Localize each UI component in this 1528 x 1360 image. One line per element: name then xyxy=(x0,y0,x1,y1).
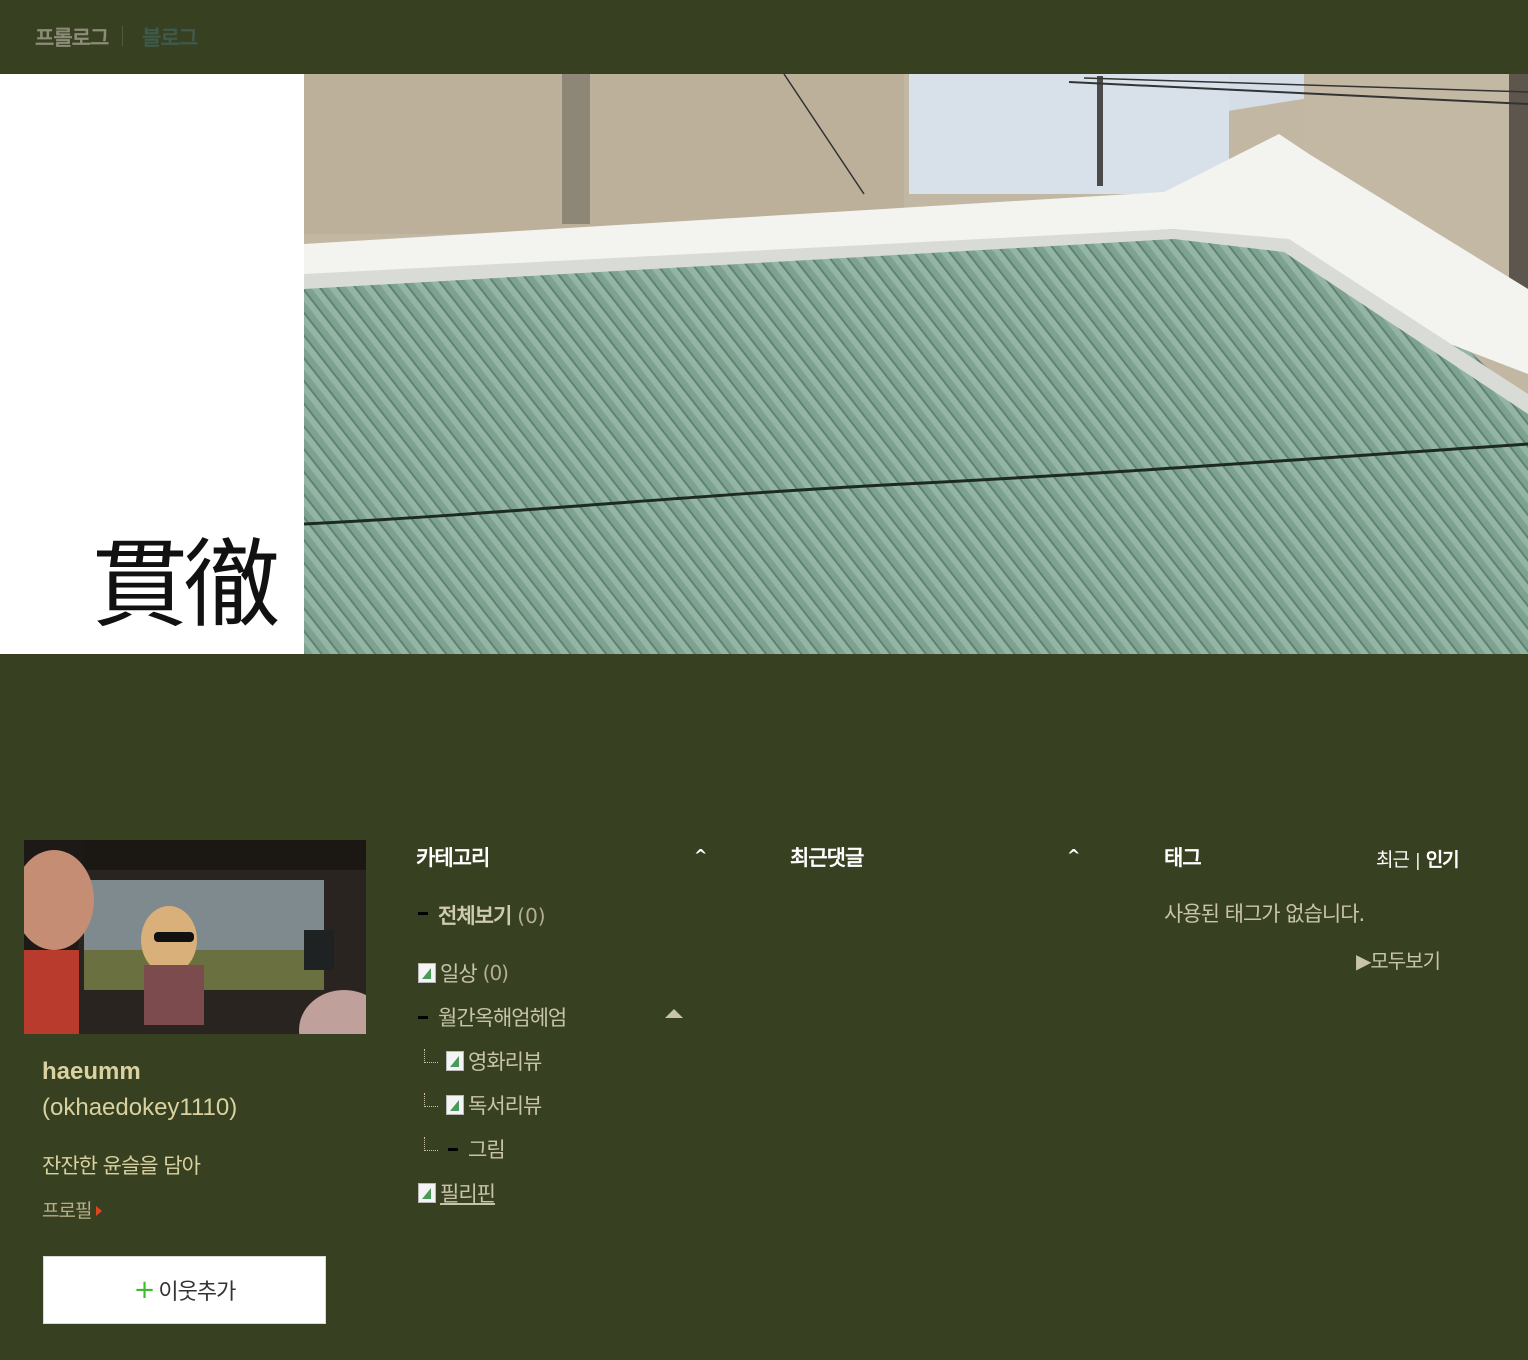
category-item-label: 그림 xyxy=(468,1138,506,1162)
profile-description: 잔잔한 윤슬을 담아 xyxy=(42,1154,201,1178)
profile-link[interactable]: 프로필 xyxy=(42,1196,103,1223)
nav-blog-link[interactable]: 블로그 xyxy=(142,22,198,52)
category-title: 카테고리 xyxy=(416,846,490,870)
tag-sort-divider: | xyxy=(1414,851,1421,871)
profile-nickname: haeumm xyxy=(42,1058,141,1085)
profile-blog-id: (okhaedokey1110) xyxy=(42,1094,238,1121)
plus-icon: + xyxy=(133,1275,156,1305)
category-item-label: 월간옥해엄헤엄 xyxy=(438,1006,567,1030)
banner-title-panel: 貫徹 xyxy=(0,74,304,654)
category-item-label: 일상 xyxy=(440,962,478,986)
tag-empty-message: 사용된 태그가 없습니다. xyxy=(1164,902,1365,926)
dash-icon xyxy=(418,912,428,915)
tree-branch-icon xyxy=(424,1093,438,1107)
category-item-monthly[interactable]: 월간옥해엄헤엄 xyxy=(418,1002,567,1032)
calligraphy-logo: 貫徹 xyxy=(92,529,282,641)
calligraphy-text: 貫徹 xyxy=(92,529,278,641)
nav-prologue-link[interactable]: 프롤로그 xyxy=(35,22,109,52)
category-all-count: (0) xyxy=(517,904,546,928)
category-all-label: 전체보기 xyxy=(438,904,512,928)
profile-photo-art xyxy=(24,840,366,1034)
roof-photo xyxy=(304,74,1528,654)
collapse-triangle-icon[interactable] xyxy=(665,1009,683,1018)
category-item-philippines[interactable]: 필리핀 xyxy=(418,1178,496,1208)
category-item-label: 독서리뷰 xyxy=(468,1094,542,1118)
tag-title: 태그 xyxy=(1164,846,1202,870)
category-item-label: 영화리뷰 xyxy=(468,1050,542,1074)
tree-branch-icon xyxy=(424,1137,438,1151)
tree-branch-icon xyxy=(424,1049,438,1063)
document-icon xyxy=(418,1183,436,1203)
top-nav: 프롤로그 블로그 xyxy=(0,0,1528,74)
tag-sort-popular[interactable]: 인기 xyxy=(1426,849,1460,871)
category-item-daily[interactable]: 일상 (0) xyxy=(418,958,509,988)
dash-icon xyxy=(418,1015,428,1019)
category-item-label: 필리핀 xyxy=(440,1182,496,1206)
caret-right-icon xyxy=(96,1206,103,1216)
recent-comments-title: 최근댓글 xyxy=(790,846,864,870)
profile-link-label: 프로필 xyxy=(42,1200,92,1222)
category-item-book-review[interactable]: 독서리뷰 xyxy=(424,1090,542,1120)
document-icon xyxy=(446,1051,464,1071)
tag-sort: 최근 | 인기 xyxy=(1376,845,1460,872)
category-all[interactable]: 전체보기 (0) xyxy=(418,900,546,930)
nav-divider xyxy=(122,26,123,46)
add-neighbor-button[interactable]: + 이웃추가 xyxy=(43,1256,326,1324)
comments-collapse-icon[interactable]: ^ xyxy=(1067,846,1080,865)
category-item-drawing[interactable]: 그림 xyxy=(424,1134,506,1164)
category-collapse-icon[interactable]: ^ xyxy=(694,846,707,865)
tag-sort-recent[interactable]: 최근 xyxy=(1376,849,1410,871)
add-neighbor-label: 이웃추가 xyxy=(158,1280,236,1305)
document-icon xyxy=(446,1095,464,1115)
profile-image[interactable] xyxy=(24,840,366,1034)
dash-icon xyxy=(448,1147,458,1151)
tag-view-all-link[interactable]: ▶모두보기 xyxy=(1356,945,1441,974)
category-item-count: (0) xyxy=(482,961,509,985)
blog-banner: 貫徹 xyxy=(0,74,1528,654)
document-icon xyxy=(418,963,436,983)
category-item-movie-review[interactable]: 영화리뷰 xyxy=(424,1046,542,1076)
